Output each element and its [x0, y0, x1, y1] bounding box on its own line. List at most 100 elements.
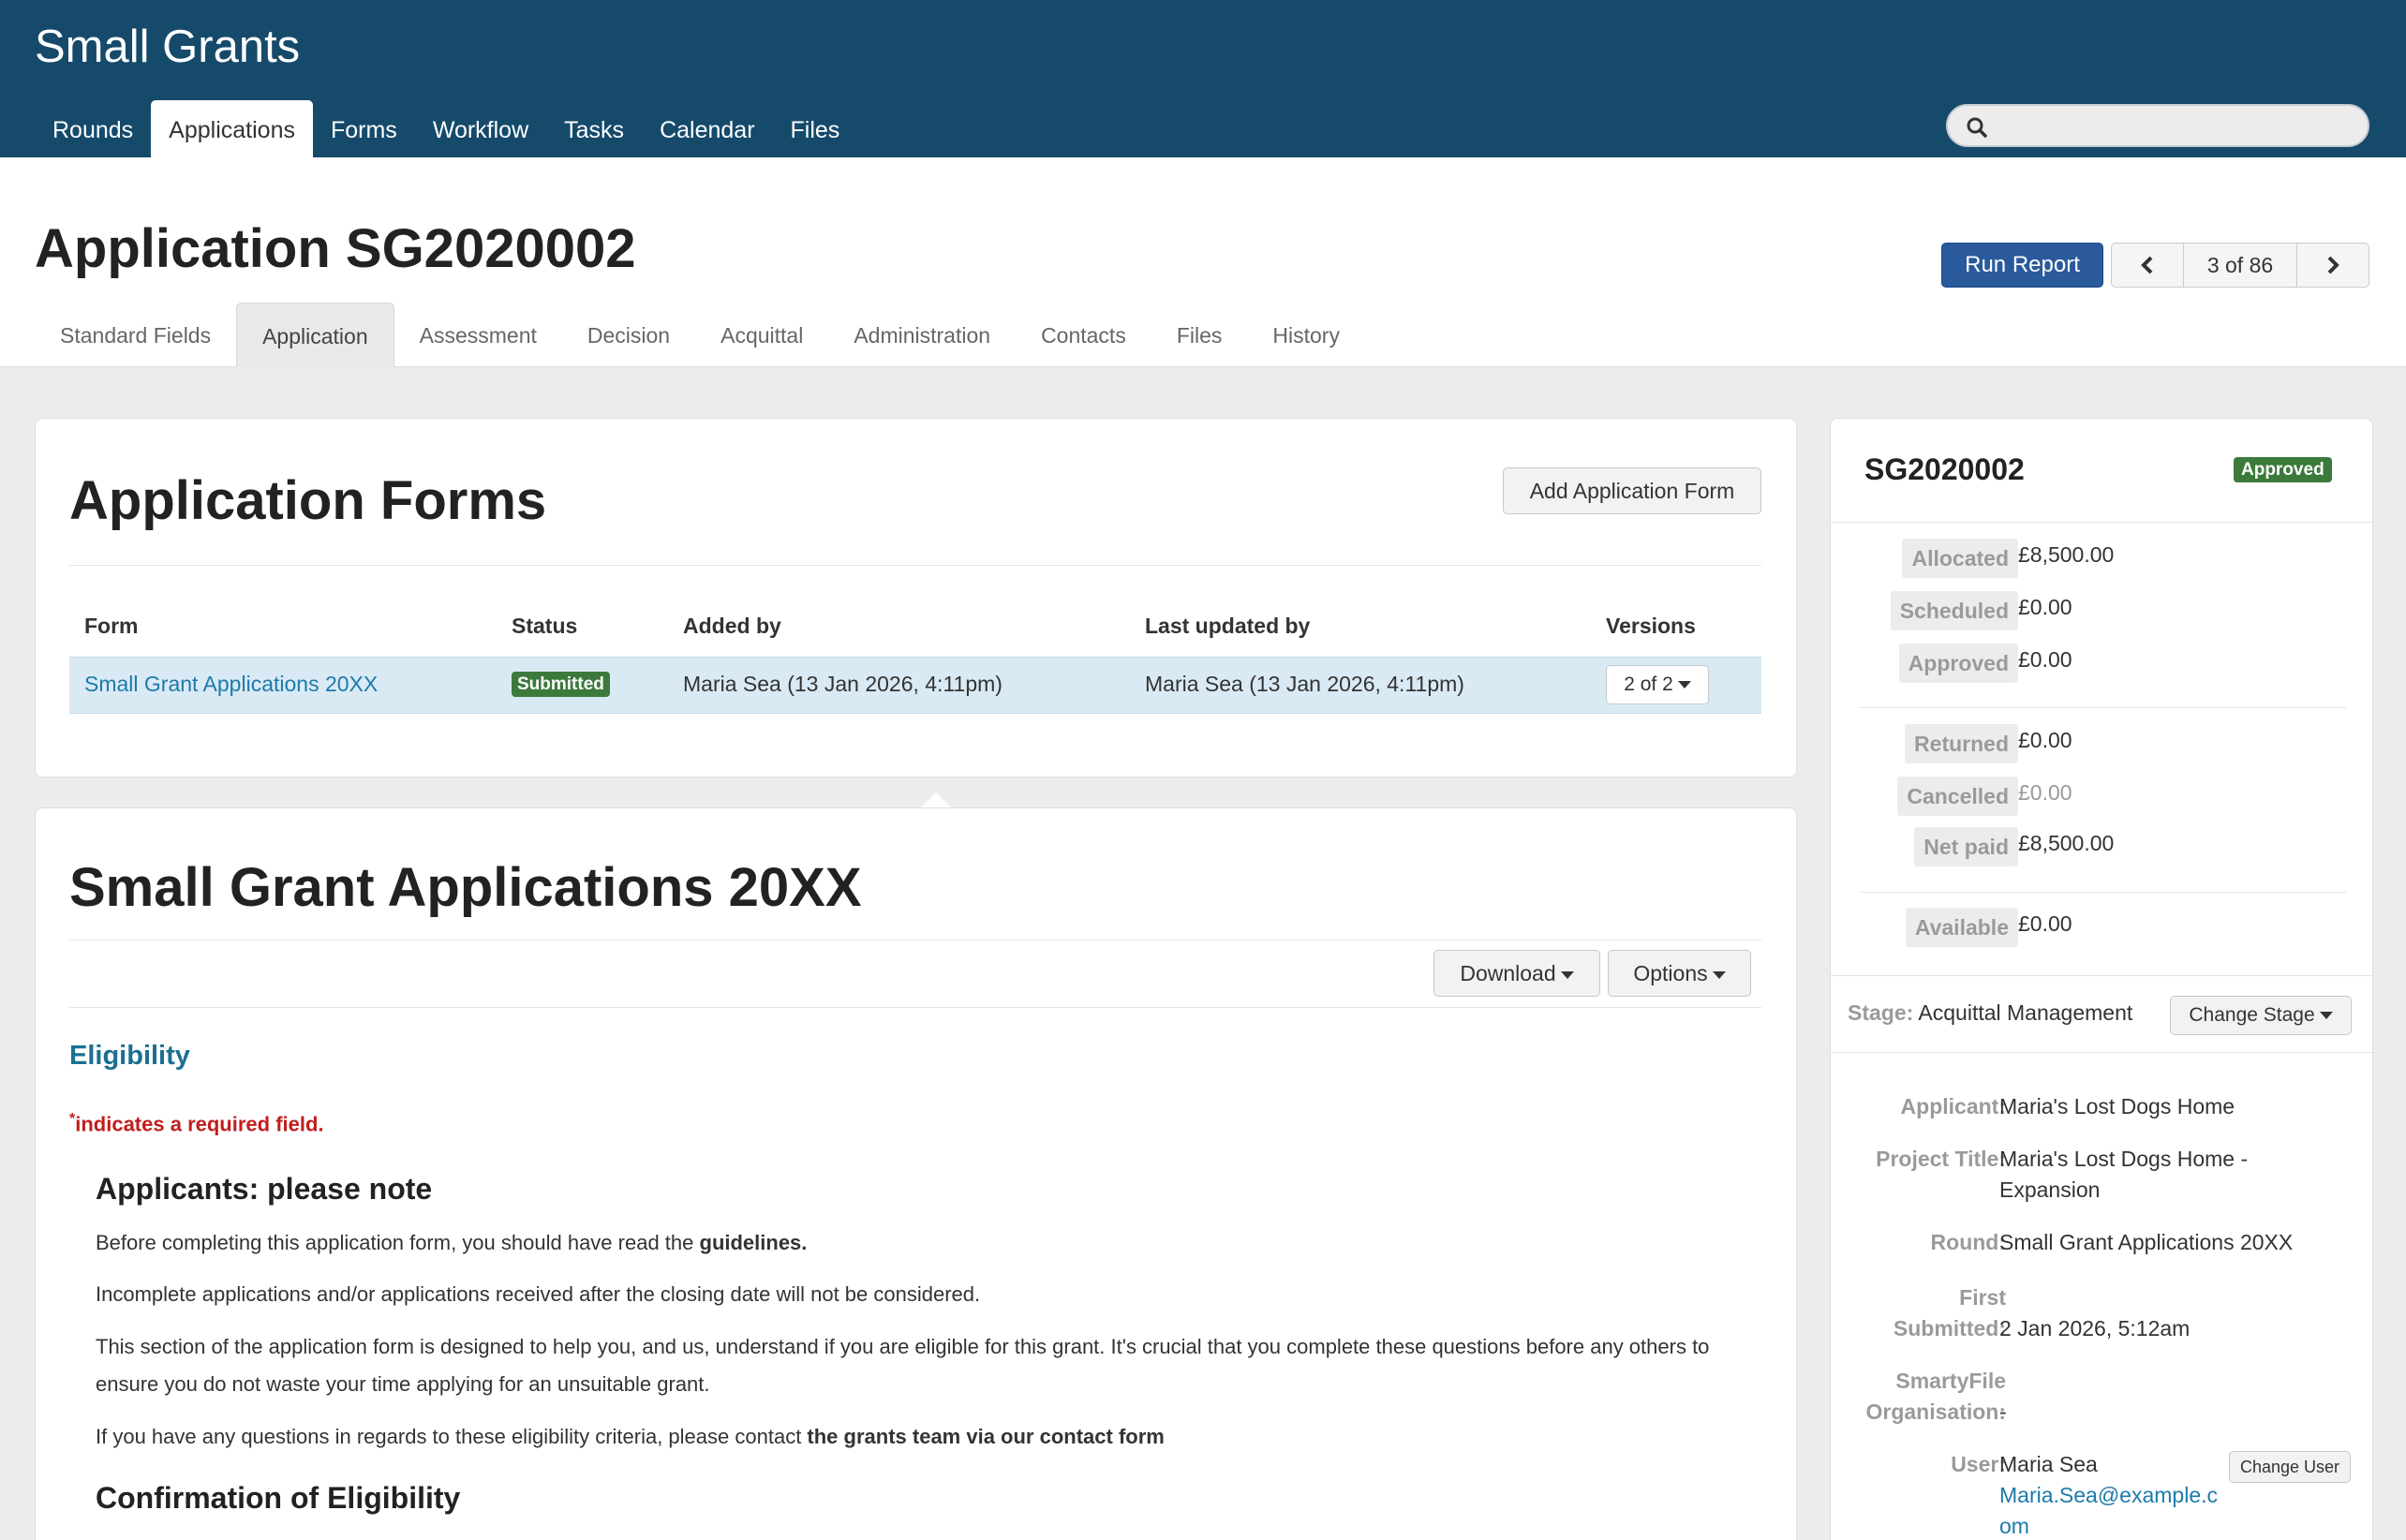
paragraph-text: If you have any questions in regards to … [96, 1425, 808, 1448]
app-title[interactable]: Small Grants [35, 21, 300, 73]
first-submitted-label-line: Submitted: [1893, 1316, 2006, 1340]
caret-down-icon [1712, 970, 1726, 979]
application-id: SG2020002 [1864, 452, 2025, 486]
search-icon [1967, 117, 1987, 138]
paragraph: Incomplete applications and/or applicati… [96, 1282, 981, 1306]
organisation-label: SmartyFile Organisation: [1865, 1366, 2006, 1428]
application-forms-title: Application Forms [69, 470, 547, 531]
tab-application[interactable]: Application [236, 303, 394, 367]
nav-forms[interactable]: Forms [313, 100, 415, 157]
divider [1859, 707, 2346, 708]
approved-label: Approved [1898, 644, 2018, 683]
form-detail-card: Small Grant Applications 20XX Download O… [35, 807, 1797, 1540]
caret-down-icon [1560, 970, 1574, 979]
last-updated-by-cell: Maria Sea (13 Jan 2026, 4:11pm) [1145, 672, 1464, 696]
nav-tasks[interactable]: Tasks [546, 100, 642, 157]
first-submitted-label-line: First [1959, 1285, 2006, 1310]
net-paid-value: £8,500.00 [2018, 831, 2115, 855]
paragraph: This section of the application form is … [96, 1335, 1710, 1396]
project-title-value: Maria's Lost Dogs Home - Expansion [1999, 1144, 2341, 1206]
page-title: Application SG2020002 [35, 218, 636, 279]
cancelled-label: Cancelled [1897, 777, 2018, 816]
scheduled-label: Scheduled [1890, 591, 2018, 630]
nav-files[interactable]: Files [773, 100, 858, 157]
tab-standard-fields[interactable]: Standard Fields [35, 303, 236, 367]
options-label: Options [1633, 961, 1708, 985]
caret-down-icon [2319, 1012, 2333, 1020]
download-label: Download [1460, 961, 1556, 985]
status-badge: Submitted [512, 672, 610, 697]
record-pager: 3 of 86 [2111, 243, 2369, 288]
column-header-versions[interactable]: Versions [1606, 614, 1696, 639]
divider [69, 1007, 1761, 1008]
change-stage-button[interactable]: Change Stage [2170, 996, 2352, 1035]
approved-value: £0.00 [2018, 647, 2072, 672]
tab-decision[interactable]: Decision [562, 303, 695, 367]
chevron-left-icon [2141, 256, 2153, 274]
tab-assessment[interactable]: Assessment [394, 303, 562, 367]
nav-workflow[interactable]: Workflow [415, 100, 546, 157]
divider [1831, 975, 2374, 976]
column-header-status[interactable]: Status [512, 614, 577, 639]
form-title: Small Grant Applications 20XX [69, 857, 862, 918]
next-record-button[interactable] [2297, 244, 2369, 287]
status-badge: Approved [2234, 457, 2332, 482]
nav-rounds[interactable]: Rounds [35, 100, 151, 157]
main-nav: Rounds Applications Forms Workflow Tasks… [35, 100, 857, 157]
paragraph-text: Before completing this application form,… [96, 1231, 700, 1254]
allocated-value: £8,500.00 [2018, 542, 2115, 567]
available-label: Available [1905, 908, 2018, 947]
divider [69, 565, 1761, 566]
heading-applicants-note: Applicants: please note [96, 1172, 433, 1206]
application-forms-card: Application Forms Add Application Form F… [35, 418, 1797, 777]
returned-value: £0.00 [2018, 728, 2072, 752]
guidelines-text: guidelines. [699, 1231, 808, 1254]
versions-dropdown[interactable]: 2 of 2 [1606, 665, 1709, 704]
applicant-label: Applicant: [1900, 1094, 2006, 1118]
divider [1859, 892, 2346, 893]
column-header-form[interactable]: Form [84, 614, 139, 639]
change-stage-label: Change Stage [2189, 1004, 2315, 1026]
download-button[interactable]: Download [1433, 950, 1600, 997]
cancelled-value: £0.00 [2018, 780, 2072, 805]
caret-down-icon [1677, 681, 1691, 689]
tab-contacts[interactable]: Contacts [1016, 303, 1151, 367]
column-header-last-updated-by[interactable]: Last updated by [1145, 614, 1310, 639]
user-label: User: [1951, 1452, 2006, 1476]
column-header-added-by[interactable]: Added by [683, 614, 781, 639]
add-application-form-button[interactable]: Add Application Form [1503, 467, 1761, 514]
nav-applications[interactable]: Applications [151, 100, 313, 157]
paragraph: If you have any questions in regards to … [96, 1418, 1745, 1456]
net-paid-label: Net paid [1914, 827, 2018, 866]
form-link[interactable]: Small Grant Applications 20XX [84, 672, 378, 697]
stage-value: Acquittal Management [1918, 1000, 2133, 1025]
change-user-button[interactable]: Change User [2229, 1451, 2351, 1483]
first-submitted-label: First Submitted: [1894, 1282, 2006, 1344]
round-label: Round: [1930, 1230, 2006, 1254]
run-report-button[interactable]: Run Report [1941, 243, 2103, 288]
tab-acquittal[interactable]: Acquittal [695, 303, 828, 367]
search-box[interactable] [1946, 104, 2369, 147]
allocated-label: Allocated [1902, 539, 2018, 578]
search-input[interactable] [2000, 110, 2356, 141]
required-note: *indicates a required field. [69, 1111, 324, 1136]
nav-calendar[interactable]: Calendar [642, 100, 772, 157]
previous-record-button[interactable] [2112, 244, 2183, 287]
applicant-link[interactable]: Maria's Lost Dogs Home [1999, 1091, 2341, 1122]
available-value: £0.00 [2018, 911, 2072, 936]
returned-label: Returned [1905, 724, 2018, 763]
round-link[interactable]: Small Grant Applications 20XX [1999, 1227, 2341, 1258]
tab-files[interactable]: Files [1151, 303, 1248, 367]
added-by-cell: Maria Sea (13 Jan 2026, 4:11pm) [683, 672, 1002, 696]
top-bar: Small Grants Rounds Applications Forms W… [0, 0, 2406, 157]
options-button[interactable]: Options [1608, 950, 1751, 997]
tab-history[interactable]: History [1247, 303, 1365, 367]
user-email-link[interactable]: Maria.Sea@example.c om [1999, 1480, 2341, 1540]
organisation-label-line: SmartyFile [1895, 1369, 2006, 1393]
paragraph: Before completing this application form,… [96, 1224, 1745, 1262]
scheduled-value: £0.00 [2018, 595, 2072, 619]
tab-administration[interactable]: Administration [828, 303, 1016, 367]
required-note-text: indicates a required field. [75, 1112, 324, 1136]
stage-label: Stage: [1848, 1000, 1914, 1025]
first-submitted-value: 2 Jan 2026, 5:12am [1999, 1316, 2191, 1340]
